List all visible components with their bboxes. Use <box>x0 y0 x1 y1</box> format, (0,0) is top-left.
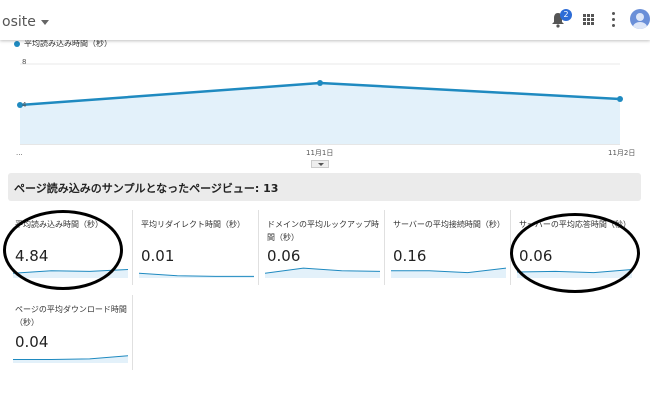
notification-badge: 2 <box>560 9 572 21</box>
metric-label: ドメインの平均ルックアップ時間（秒） <box>267 220 379 242</box>
metric-card[interactable]: サーバーの平均接続時間（秒） 0.16 <box>386 210 511 285</box>
metric-value: 0.16 <box>393 247 427 265</box>
section-title: ページ読み込みのサンプルとなったページビュー: 13 <box>8 173 641 201</box>
x-tick-label: 11月2日 <box>608 149 636 157</box>
series-area <box>20 83 620 144</box>
x-tick-label: 11月1日 <box>306 149 334 157</box>
load-time-chart: 8 4 ... 11月1日 11月2日 <box>0 52 640 170</box>
metric-card[interactable]: 平均リダイレクト時間（秒） 0.01 <box>134 210 259 285</box>
x-tick-label: ... <box>16 149 23 157</box>
data-point <box>617 96 623 102</box>
property-selector[interactable]: osite <box>2 14 49 30</box>
more-vert-icon[interactable] <box>612 12 615 27</box>
top-bar: osite 2 <box>0 0 650 40</box>
y-tick-label: 8 <box>22 58 27 66</box>
metric-value: 0.06 <box>267 247 301 265</box>
chart-resize-handle[interactable] <box>311 160 329 168</box>
metric-sparkline <box>139 272 254 278</box>
apps-grid-icon[interactable] <box>583 14 594 25</box>
legend-swatch <box>14 40 20 47</box>
metric-sparkline <box>265 267 380 278</box>
data-point <box>317 80 323 86</box>
y-tick-label: 4 <box>22 101 27 109</box>
metric-label: サーバーの平均接続時間（秒） <box>393 220 505 229</box>
account-avatar-icon[interactable] <box>630 9 650 29</box>
metric-value: 0.01 <box>141 247 175 265</box>
annotation-ellipse <box>510 213 640 293</box>
metric-card[interactable]: ドメインの平均ルックアップ時間（秒） 0.06 <box>260 210 385 285</box>
sparkline-area <box>391 268 506 278</box>
chevron-down-icon <box>40 19 49 25</box>
annotation-ellipse <box>3 210 123 290</box>
metric-sparkline <box>13 355 128 363</box>
metric-label: 平均リダイレクト時間（秒） <box>141 220 245 229</box>
metric-label: ページの平均ダウンロード時間（秒） <box>15 305 127 327</box>
metric-sparkline <box>391 267 506 278</box>
metric-card[interactable]: ページの平均ダウンロード時間（秒） 0.04 <box>8 295 133 370</box>
property-name: osite <box>2 14 36 30</box>
